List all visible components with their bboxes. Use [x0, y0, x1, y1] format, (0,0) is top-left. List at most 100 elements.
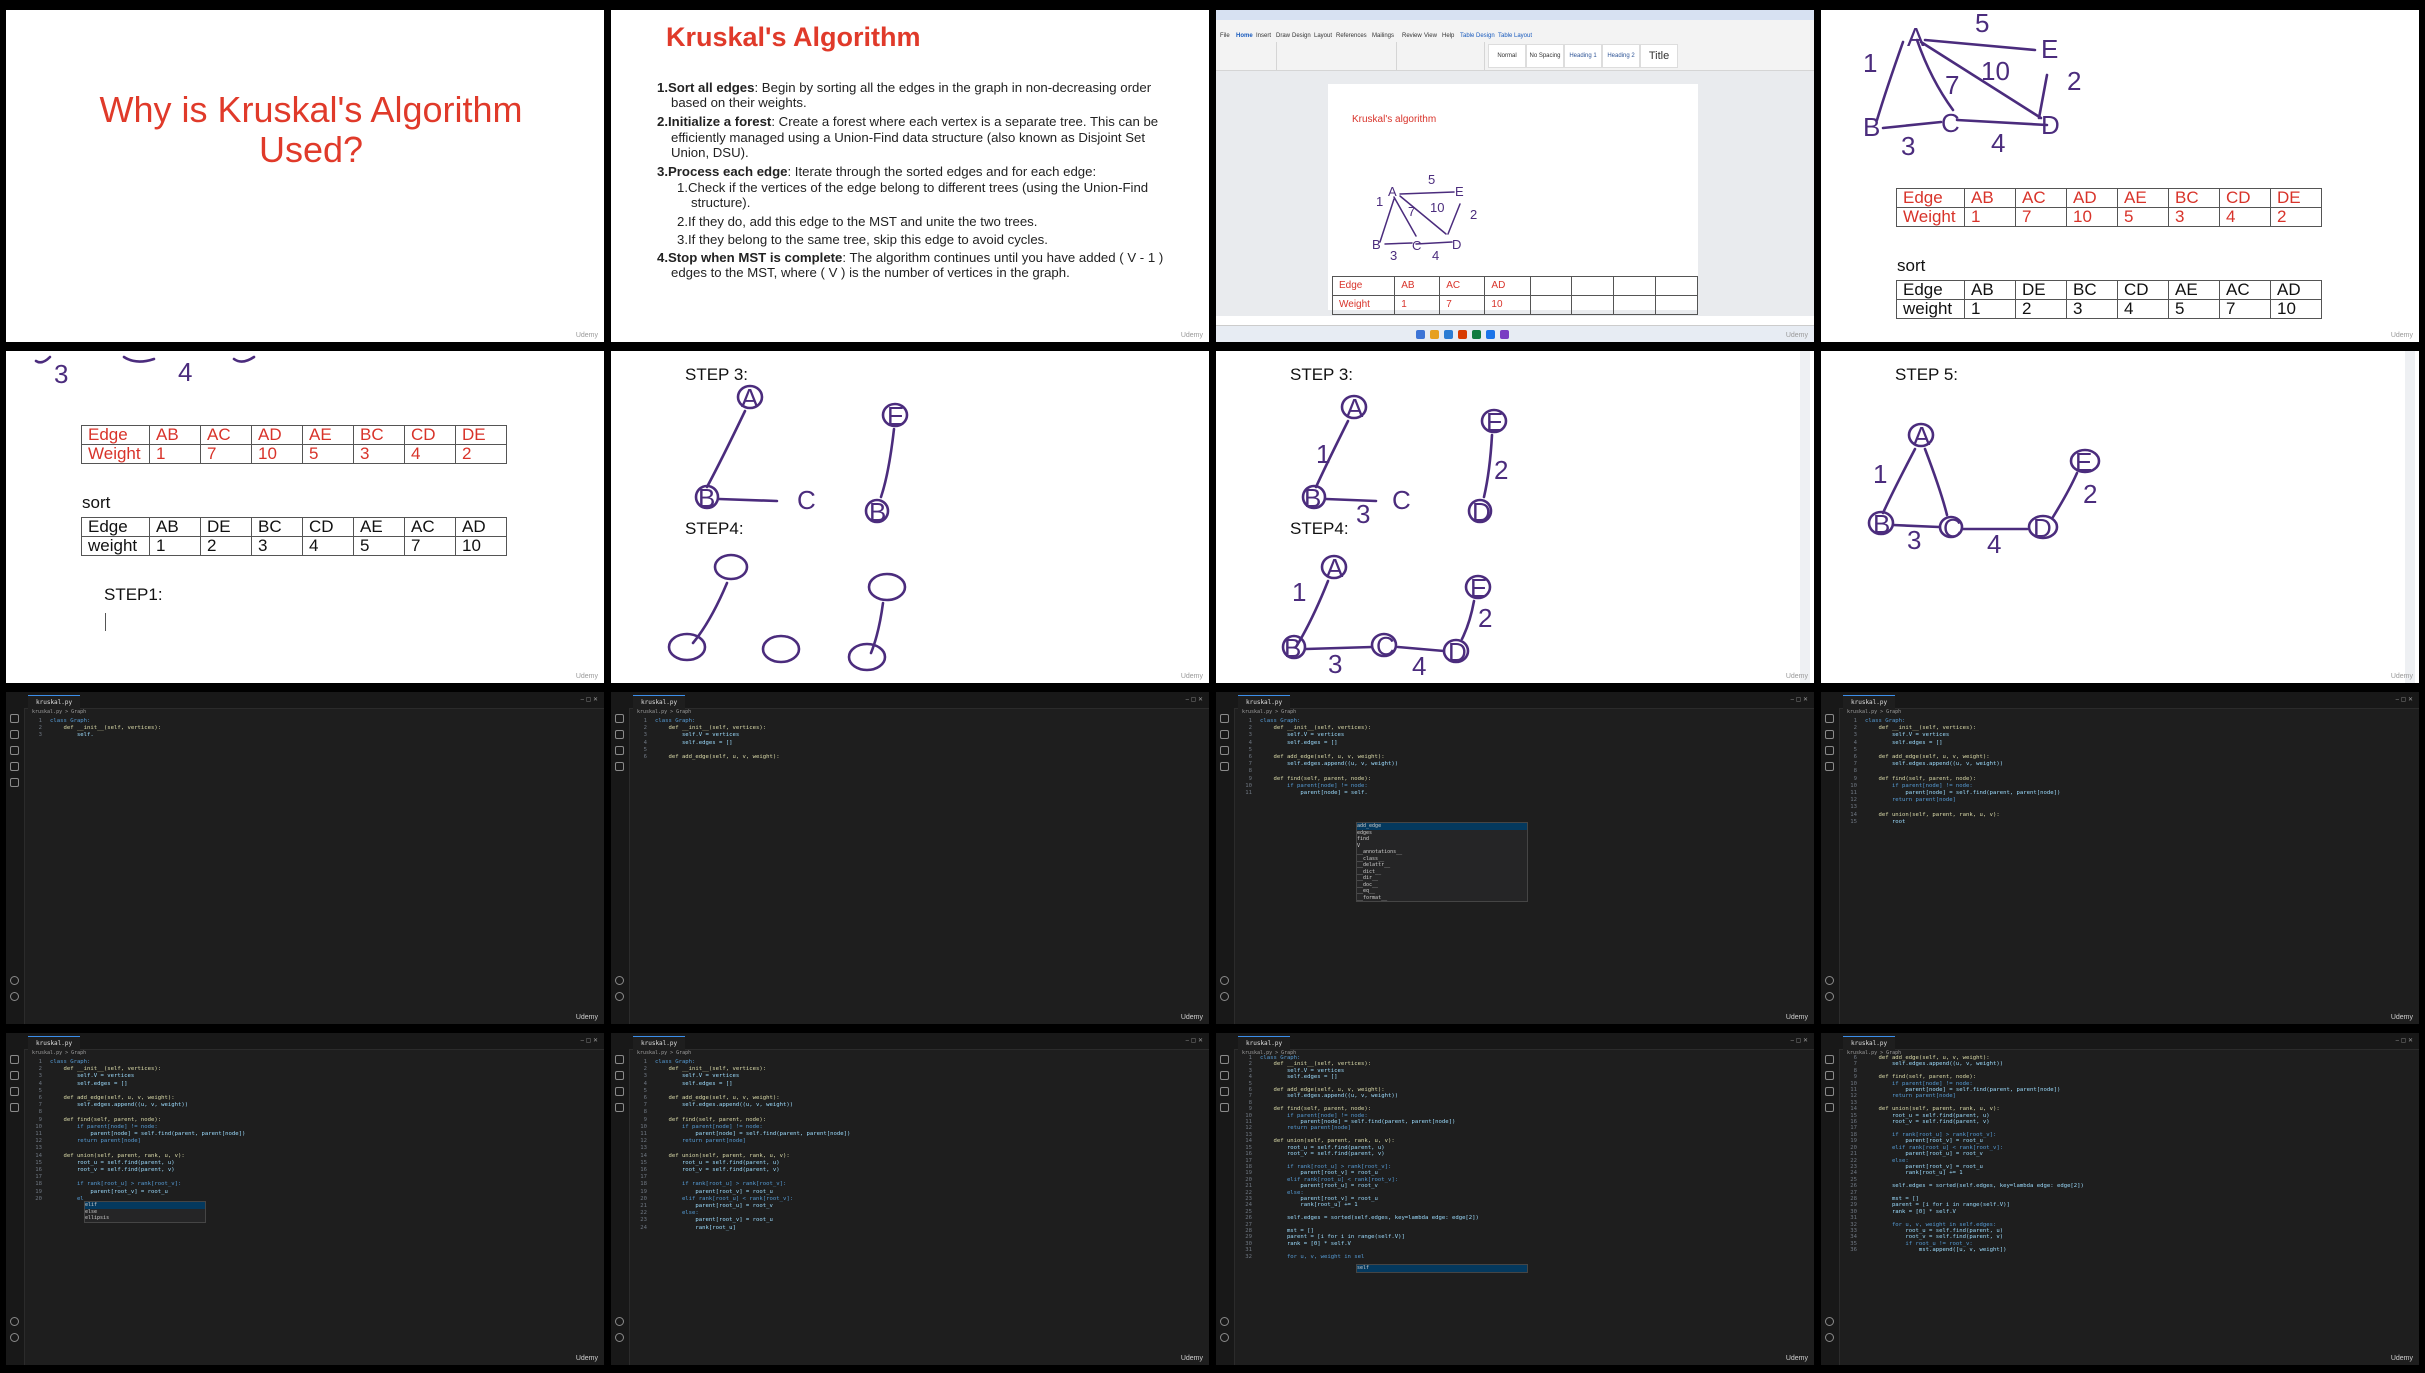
code-editor[interactable]: 1 class Graph: 2 def __init__(self, verti…	[1238, 718, 1398, 797]
account-icon[interactable]	[615, 976, 624, 985]
word-icon[interactable]	[1444, 330, 1453, 339]
style-no-spacing[interactable]: No Spacing	[1526, 44, 1564, 68]
run-debug-icon[interactable]	[1825, 1103, 1834, 1112]
search-icon[interactable]	[1825, 730, 1834, 739]
search-icon[interactable]	[615, 1071, 624, 1080]
ribbon-tab[interactable]: File	[1220, 33, 1230, 39]
code-editor[interactable]: 1 class Graph: 2 def __init__(self, verti…	[28, 718, 162, 740]
style-normal[interactable]: Normal	[1488, 44, 1526, 68]
explorer-icon[interactable]	[1825, 714, 1834, 723]
file-tab[interactable]: kruskal.py	[1843, 1036, 1896, 1050]
autocomplete-popup[interactable]: elif else ellipsis	[84, 1201, 206, 1223]
gear-icon[interactable]	[1220, 1333, 1229, 1342]
code-editor[interactable]: 1 class Graph: 2 def __init__(self, verti…	[28, 1059, 245, 1203]
window-controls[interactable]: – ▢ ✕	[2396, 696, 2413, 703]
style-title[interactable]: Title	[1640, 44, 1678, 68]
search-icon[interactable]	[1220, 1071, 1229, 1080]
window-controls[interactable]: – ▢ ✕	[1791, 1037, 1808, 1044]
source-control-icon[interactable]	[1825, 1087, 1834, 1096]
window-controls[interactable]: – ▢ ✕	[1186, 696, 1203, 703]
file-tab[interactable]: kruskal.py	[1238, 1036, 1291, 1050]
source-control-icon[interactable]	[10, 1087, 19, 1096]
code-editor[interactable]: 1 class Graph: 2 def __init__(self, verti…	[1843, 718, 2060, 826]
code-editor[interactable]: 1 class Graph: 2 def __init__(self, verti…	[633, 718, 780, 761]
ribbon-tab[interactable]: Table Design	[1460, 33, 1495, 39]
browser-icon[interactable]	[1486, 330, 1495, 339]
search-icon[interactable]	[10, 730, 19, 739]
window-controls[interactable]: – ▢ ✕	[2396, 1037, 2413, 1044]
file-tab[interactable]: kruskal.py	[633, 695, 686, 709]
code-editor[interactable]: 1 class Graph: 2 def __init__(self, verti…	[1238, 1055, 1479, 1260]
account-icon[interactable]	[10, 1317, 19, 1326]
breadcrumb[interactable]: kruskal.py > Graph	[1242, 709, 1296, 715]
source-control-icon[interactable]	[1220, 746, 1229, 755]
code-editor[interactable]: 1 class Graph: 2 def __init__(self, verti…	[633, 1059, 850, 1232]
run-debug-icon[interactable]	[1220, 762, 1229, 771]
file-tab[interactable]: kruskal.py	[1843, 695, 1896, 709]
run-debug-icon[interactable]	[615, 1103, 624, 1112]
gear-icon[interactable]	[615, 992, 624, 1001]
breadcrumb[interactable]: kruskal.py > Graph	[637, 1050, 691, 1056]
breadcrumb[interactable]: kruskal.py > Graph	[32, 709, 86, 715]
explorer-icon[interactable]	[10, 714, 19, 723]
ribbon-tab[interactable]: Mailings	[1372, 33, 1394, 39]
explorer-icon[interactable]	[1220, 714, 1229, 723]
window-controls[interactable]: – ▢ ✕	[1791, 696, 1808, 703]
style-heading2[interactable]: Heading 2	[1602, 44, 1640, 68]
account-icon[interactable]	[1220, 976, 1229, 985]
ribbon-tab[interactable]: Insert	[1256, 33, 1271, 39]
search-icon[interactable]	[10, 1071, 19, 1080]
gear-icon[interactable]	[615, 1333, 624, 1342]
source-control-icon[interactable]	[1825, 746, 1834, 755]
source-control-icon[interactable]	[615, 746, 624, 755]
run-debug-icon[interactable]	[1825, 762, 1834, 771]
powerpoint-icon[interactable]	[1458, 330, 1467, 339]
excel-icon[interactable]	[1472, 330, 1481, 339]
ribbon-tab[interactable]: Design	[1292, 33, 1311, 39]
breadcrumb[interactable]: kruskal.py > Graph	[637, 709, 691, 715]
extensions-icon[interactable]	[10, 778, 19, 787]
ribbon-tab[interactable]: Layout	[1314, 33, 1332, 39]
ribbon-tab[interactable]: Help	[1442, 33, 1454, 39]
window-controls[interactable]: – ▢ ✕	[581, 696, 598, 703]
explorer-icon[interactable]	[615, 1055, 624, 1064]
autocomplete-item[interactable]: self	[1357, 1265, 1527, 1272]
explorer-icon[interactable]	[1825, 1055, 1834, 1064]
breadcrumb[interactable]: kruskal.py > Graph	[32, 1050, 86, 1056]
explorer-icon[interactable]	[1220, 1055, 1229, 1064]
doc-edge-table[interactable]: Edge AB AC AD Weight 1 7 10	[1331, 276, 1698, 315]
search-icon[interactable]	[1220, 730, 1229, 739]
breadcrumb[interactable]: kruskal.py > Graph	[1847, 709, 1901, 715]
ribbon-tab[interactable]: View	[1424, 33, 1437, 39]
file-tab[interactable]: kruskal.py	[28, 1036, 81, 1050]
file-tab[interactable]: kruskal.py	[633, 1036, 686, 1050]
folder-icon[interactable]	[1430, 330, 1439, 339]
account-icon[interactable]	[1825, 976, 1834, 985]
gear-icon[interactable]	[10, 1333, 19, 1342]
window-controls[interactable]: – ▢ ✕	[1186, 1037, 1203, 1044]
run-debug-icon[interactable]	[615, 762, 624, 771]
run-debug-icon[interactable]	[1220, 1103, 1229, 1112]
run-debug-icon[interactable]	[10, 1103, 19, 1112]
account-icon[interactable]	[615, 1317, 624, 1326]
ribbon-tab-home[interactable]: Home	[1236, 33, 1253, 39]
ribbon-tab[interactable]: Table Layout	[1498, 33, 1532, 39]
gear-icon[interactable]	[1825, 1333, 1834, 1342]
style-heading1[interactable]: Heading 1	[1564, 44, 1602, 68]
ribbon-tab[interactable]: Review	[1402, 33, 1422, 39]
ribbon-tab[interactable]: Draw	[1276, 33, 1290, 39]
source-control-icon[interactable]	[1220, 1087, 1229, 1096]
gear-icon[interactable]	[10, 992, 19, 1001]
file-tab[interactable]: kruskal.py	[1238, 695, 1291, 709]
explorer-icon[interactable]	[10, 1055, 19, 1064]
autocomplete-item[interactable]: __format__	[1357, 895, 1527, 902]
explorer-icon[interactable]	[615, 714, 624, 723]
source-control-icon[interactable]	[10, 746, 19, 755]
search-icon[interactable]	[1825, 1071, 1834, 1080]
account-icon[interactable]	[1825, 1317, 1834, 1326]
account-icon[interactable]	[10, 976, 19, 985]
source-control-icon[interactable]	[615, 1087, 624, 1096]
file-tab[interactable]: kruskal.py	[28, 695, 81, 709]
code-editor[interactable]: 6 def add_edge(self, u, v, weight): 7 se…	[1843, 1055, 2084, 1254]
run-debug-icon[interactable]	[10, 762, 19, 771]
